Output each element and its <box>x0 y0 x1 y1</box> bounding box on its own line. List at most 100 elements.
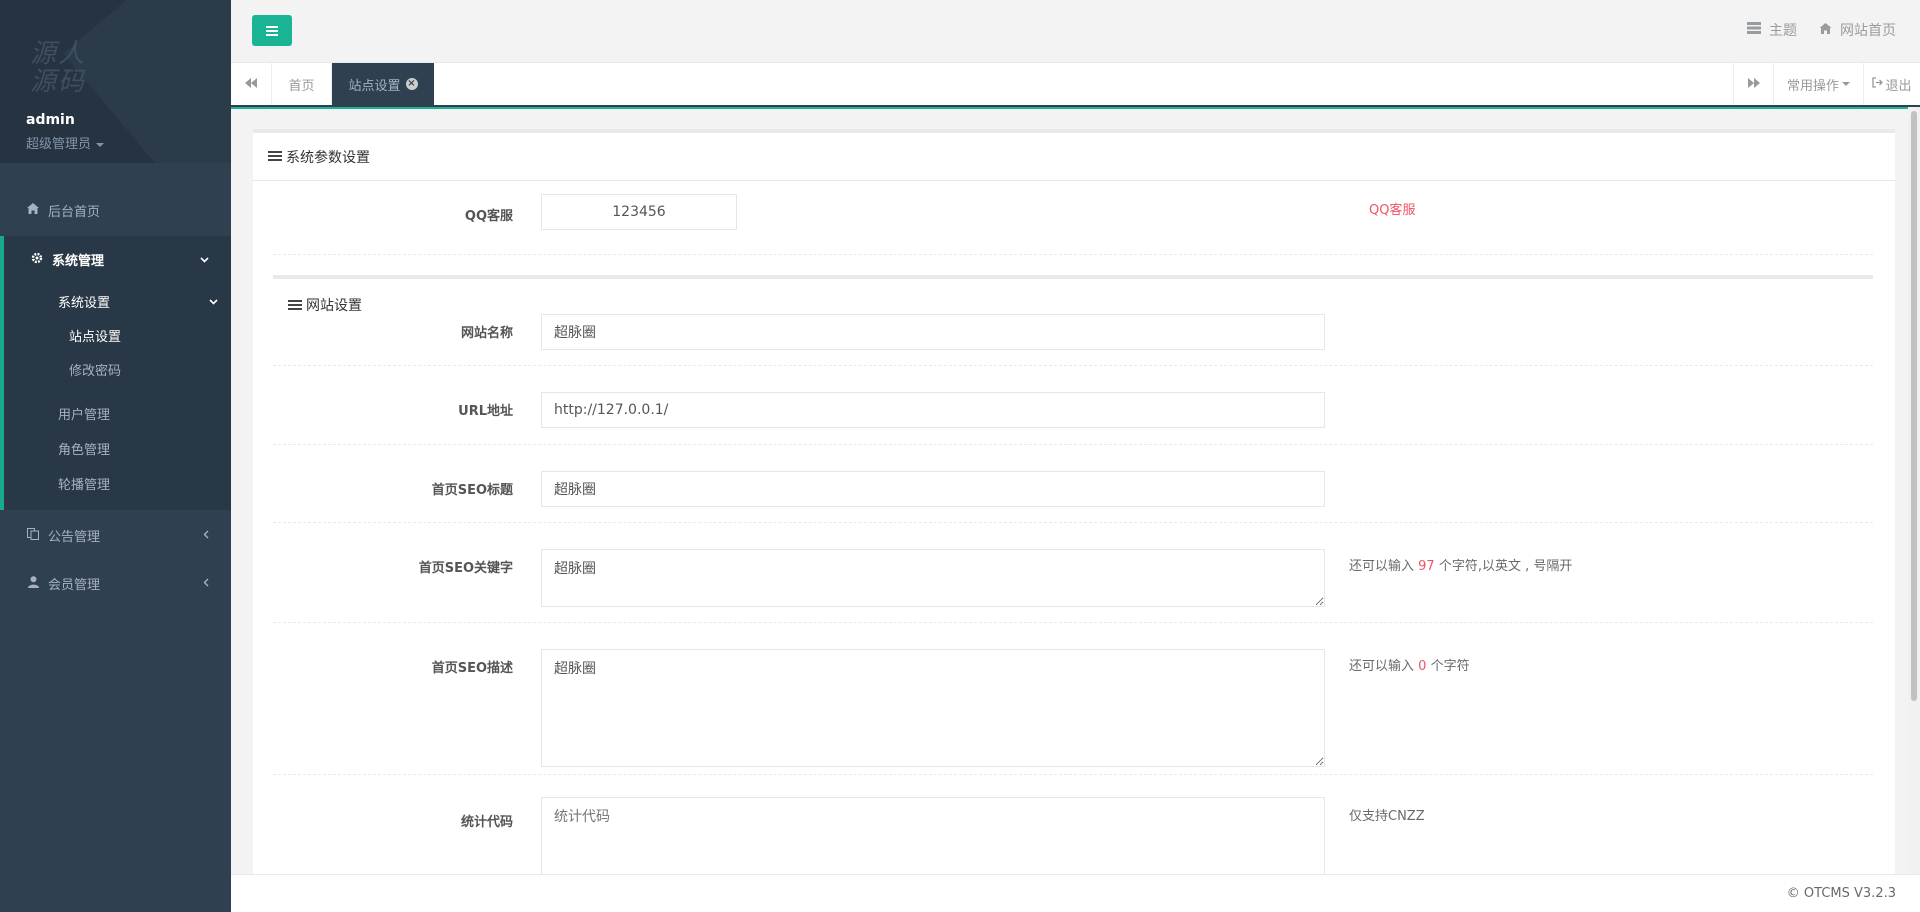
sidebar-item-label: 修改密码 <box>69 363 122 379</box>
form-row-qq: QQ客服 QQ客服 <box>273 181 1873 255</box>
logout-button[interactable]: 退出 <box>1863 63 1920 105</box>
section-divider <box>273 275 1873 279</box>
seo-keywords-label: 首页SEO关键字 <box>418 561 513 576</box>
seo-keywords-textarea[interactable]: 超脉圈 <box>541 549 1325 607</box>
user-role: 超级管理员 <box>26 137 92 152</box>
logo: 源人源码 <box>30 40 100 100</box>
sign-out-icon <box>1872 76 1884 92</box>
form-row-seo-desc: 首页SEO描述 超脉圈 还可以输入 0 个字符 <box>273 623 1873 775</box>
logout-label: 退出 <box>1885 78 1912 94</box>
chevron-down-icon <box>209 294 218 309</box>
stats-code-label: 统计代码 <box>460 815 513 830</box>
sidebar-item-notice[interactable]: 公告管理 <box>0 513 231 557</box>
top-right-links: 主题 网站首页 <box>1747 20 1896 40</box>
top-navbar: 主题 网站首页 <box>231 0 1920 63</box>
common-ops-dropdown[interactable]: 常用操作 <box>1773 63 1863 105</box>
user-name: admin <box>26 112 75 128</box>
chevron-down-icon <box>200 252 209 266</box>
content-scrollbar[interactable] <box>1908 107 1920 874</box>
sidebar-item-label: 角色管理 <box>58 442 111 458</box>
theme-link[interactable]: 主题 <box>1747 20 1797 40</box>
server-icon <box>1747 22 1761 38</box>
sidebar: 源人源码 admin 超级管理员 后台首页 系统管理 系统设置 站点设置 修改密… <box>0 0 231 912</box>
site-home-label: 网站首页 <box>1840 23 1896 39</box>
panel-header: 系统参数设置 <box>253 133 1895 181</box>
qq-input[interactable] <box>541 194 737 230</box>
content-top-strip <box>231 107 1920 109</box>
sidebar-item-label: 后台首页 <box>48 204 101 220</box>
sidebar-subitem-carousel-mgmt[interactable]: 轮播管理 <box>58 468 238 498</box>
backward-icon <box>245 77 257 92</box>
hint-count: 0 <box>1418 659 1427 674</box>
seo-title-label: 首页SEO标题 <box>431 483 513 498</box>
settings-panel: 系统参数设置 QQ客服 QQ客服 网站设置 网站名称 URL地址 <box>253 129 1895 889</box>
caret-down-icon <box>96 142 105 147</box>
stats-code-hint: 仅支持CNZZ <box>1349 809 1425 824</box>
app-root: 源人源码 admin 超级管理员 后台首页 系统管理 系统设置 站点设置 修改密… <box>0 0 1920 912</box>
sidebar-item-home[interactable]: 后台首页 <box>0 188 231 232</box>
hint-prefix: 还可以输入 <box>1349 659 1415 674</box>
tab-label: 站点设置 <box>348 78 401 94</box>
chevron-left-icon <box>203 576 209 590</box>
tabs-scroll-right-button[interactable] <box>1733 63 1773 105</box>
form-row-url: URL地址 <box>273 366 1873 445</box>
content-area: 系统参数设置 QQ客服 QQ客服 网站设置 网站名称 URL地址 <box>231 107 1920 889</box>
sidebar-item-label: 用户管理 <box>58 407 111 423</box>
hint-count: 97 <box>1418 559 1435 574</box>
chevron-left-icon <box>203 528 209 542</box>
hint-suffix: 个字符 <box>1430 659 1470 674</box>
sidebar-subitem-user-mgmt[interactable]: 用户管理 <box>58 398 238 428</box>
sidebar-subitem-system-settings[interactable]: 系统设置 <box>58 286 218 316</box>
sidebar-subitem-change-password[interactable]: 修改密码 <box>69 354 249 384</box>
panel-title: 系统参数设置 <box>286 149 370 166</box>
form-row-seo-title: 首页SEO标题 <box>273 445 1873 523</box>
tab-home[interactable]: 首页 <box>272 63 332 105</box>
seo-keywords-hint: 还可以输入 97 个字符,以英文 , 号隔开 <box>1349 555 1572 574</box>
home-icon <box>26 203 40 217</box>
hint-suffix: 个字符,以英文 , 号隔开 <box>1438 559 1573 574</box>
url-label: URL地址 <box>458 404 513 419</box>
sidebar-item-label: 会员管理 <box>48 577 101 593</box>
seo-title-input[interactable] <box>541 471 1325 507</box>
user-icon <box>26 575 40 591</box>
list-icon <box>268 151 282 162</box>
sidebar-item-label: 轮播管理 <box>58 477 111 493</box>
logo-text: 源人源码 <box>30 39 87 97</box>
seo-desc-textarea[interactable]: 超脉圈 <box>541 649 1325 767</box>
forward-icon <box>1747 77 1760 92</box>
seo-desc-hint: 还可以输入 0 个字符 <box>1349 655 1470 674</box>
seo-desc-label: 首页SEO描述 <box>431 661 513 676</box>
sidebar-subitem-role-mgmt[interactable]: 角色管理 <box>58 433 238 463</box>
tab-site-settings[interactable]: 站点设置 × <box>332 63 434 105</box>
url-input[interactable] <box>541 392 1325 428</box>
sidebar-subitem-site-settings[interactable]: 站点设置 <box>69 320 249 350</box>
form-row-site-name: 网站名称 <box>273 288 1873 366</box>
site-name-label: 网站名称 <box>460 326 513 341</box>
sidebar-item-label: 站点设置 <box>69 329 122 345</box>
tab-label: 首页 <box>288 78 315 94</box>
sidebar-item-system[interactable]: 系统管理 <box>0 237 231 281</box>
user-role-dropdown[interactable]: 超级管理员 <box>26 133 105 152</box>
copy-icon <box>26 527 40 543</box>
qq-hint: QQ客服 <box>1369 203 1416 218</box>
hint-prefix: 还可以输入 <box>1349 559 1415 574</box>
close-icon[interactable]: × <box>405 78 418 90</box>
sidebar-header: 源人源码 admin 超级管理员 <box>0 0 231 163</box>
sidebar-item-member[interactable]: 会员管理 <box>0 561 231 605</box>
caret-down-icon <box>1842 82 1850 86</box>
form-row-seo-keywords: 首页SEO关键字 超脉圈 还可以输入 97 个字符,以英文 , 号隔开 <box>273 523 1873 623</box>
footer: © OTCMS V3.2.3 <box>231 874 1920 912</box>
scrollbar-thumb[interactable] <box>1911 111 1917 701</box>
home-icon <box>1819 22 1832 38</box>
gear-icon <box>30 252 44 267</box>
menu-toggle-button[interactable] <box>252 15 292 46</box>
tabs-bar: 首页 站点设置 × 常用操作 退出 <box>231 63 1920 107</box>
tabs-scroll-left-button[interactable] <box>231 63 272 105</box>
site-home-link[interactable]: 网站首页 <box>1819 20 1896 40</box>
hamburger-icon <box>266 25 278 36</box>
copyright: © OTCMS V3.2.3 <box>1786 886 1896 901</box>
sidebar-item-label: 系统管理 <box>52 253 105 269</box>
theme-label: 主题 <box>1769 23 1797 39</box>
qq-label: QQ客服 <box>464 209 513 224</box>
site-name-input[interactable] <box>541 314 1325 350</box>
